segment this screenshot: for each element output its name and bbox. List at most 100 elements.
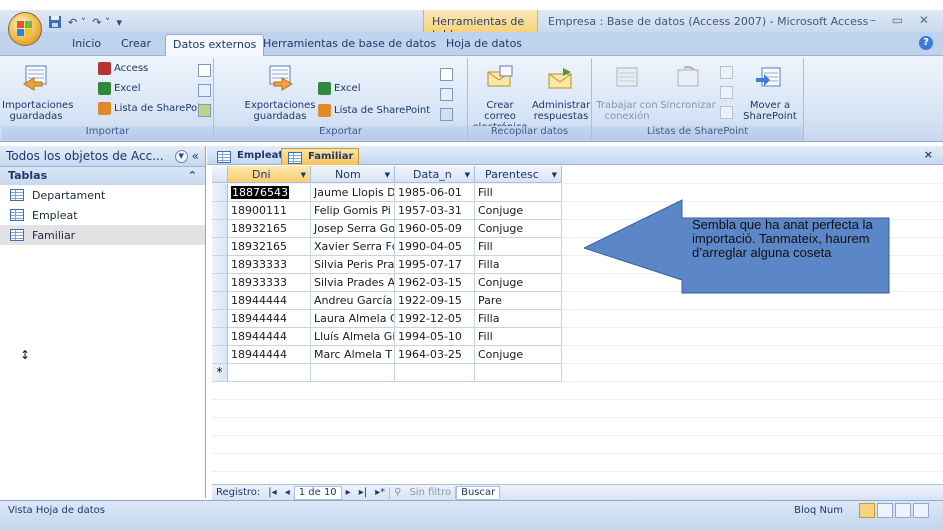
column-menu-icon[interactable]: ▼ [385,168,390,180]
table-cell-parentesc[interactable]: Filla [475,310,562,328]
first-record-icon[interactable]: |◂ [264,487,280,498]
save-icon[interactable] [48,15,62,29]
nav-group-tablas[interactable]: Tablas ⌃ [0,167,205,185]
table-row[interactable]: 18876543 Jaume Llopis D 1985-06-01 Fill [212,184,562,202]
row-selector[interactable] [212,274,228,292]
table-cell-data-n[interactable]: 1990-04-05 [395,238,475,256]
nav-dropdown-icon[interactable]: ▼ [174,149,188,163]
nav-collapse-icon[interactable]: « [192,149,199,163]
tab-crear[interactable]: Crear [121,37,151,50]
table-cell-dni[interactable]: 18932165 [228,238,311,256]
new-record-cell[interactable] [311,364,395,382]
manage-replies-button[interactable]: Administrar respuestas [532,64,590,122]
table-cell-nom[interactable]: Xavier Serra Fc [311,238,395,256]
table-row[interactable]: 18944444 Andreu García 1922-09-15 Pare [212,292,562,310]
new-record-icon[interactable]: ▸* [371,487,389,498]
new-record-cell[interactable] [475,364,562,382]
nav-item-familiar[interactable]: Familiar [0,225,205,245]
import-text-icon[interactable] [198,64,211,77]
table-cell-data-n[interactable]: 1957-03-31 [395,202,475,220]
table-cell-nom[interactable]: Silvia Prades A [311,274,395,292]
sp-option-3-icon[interactable] [720,106,733,119]
column-header-dni[interactable]: Dni ▼ [228,166,311,183]
tab-inicio[interactable]: Inicio [72,37,101,50]
row-selector[interactable] [212,184,228,202]
table-cell-data-n[interactable]: 1994-05-10 [395,328,475,346]
table-row[interactable]: 18944444 Laura Almela C 1992-12-05 Filla [212,310,562,328]
table-cell-nom[interactable]: Josep Serra Go [311,220,395,238]
nav-item-departament[interactable]: Departament [0,185,205,205]
export-excel-button[interactable]: Excel [318,82,361,95]
customize-icon[interactable]: ▾ [116,16,122,29]
doc-tab-familiar[interactable]: Familiar [281,148,360,165]
table-cell-parentesc[interactable]: Fill [475,328,562,346]
redo-icon[interactable]: ↷ ˅ [92,16,110,29]
table-cell-parentesc[interactable]: Pare [475,292,562,310]
new-record-cell[interactable] [395,364,475,382]
work-offline-button[interactable]: Trabajar con conexión [596,64,658,122]
window-controls[interactable]: – ▭ ✕ [870,13,935,27]
record-position-field[interactable]: 1 de 10 [293,485,342,500]
table-cell-data-n[interactable]: 1992-12-05 [395,310,475,328]
office-button[interactable] [8,12,42,46]
export-sharepoint-button[interactable]: Lista de SharePoint [318,104,430,117]
table-cell-data-n[interactable]: 1964-03-25 [395,346,475,364]
table-row[interactable]: 18932165 Josep Serra Go 1960-05-09 Conjuge [212,220,562,238]
tab-datos-externos[interactable]: Datos externos [165,34,265,56]
row-selector[interactable] [212,202,228,220]
nav-header[interactable]: Todos los objetos de Acc... ▼ « [0,146,205,167]
table-cell-dni[interactable]: 18944444 [228,346,311,364]
table-cell-nom[interactable]: Lluís Almela Gi [311,328,395,346]
search-input[interactable]: Buscar [456,485,501,500]
table-cell-data-n[interactable]: 1962-03-15 [395,274,475,292]
table-cell-dni[interactable]: 18944444 [228,328,311,346]
table-row[interactable]: 18900111 Felip Gomis Pi 1957-03-31 Conjuge [212,202,562,220]
synchronize-button[interactable]: Sincronizar [660,64,716,111]
table-cell-nom[interactable]: Jaume Llopis D [311,184,395,202]
table-cell-dni[interactable]: 18933333 [228,274,311,292]
nav-item-empleat[interactable]: Empleat [0,205,205,225]
last-record-icon[interactable]: ▸| [355,487,371,498]
table-cell-nom[interactable]: Felip Gomis Pi [311,202,395,220]
column-header-data-n[interactable]: Data_n ▼ [395,166,475,183]
table-cell-parentesc[interactable]: Fill [475,238,562,256]
export-word-icon[interactable] [440,68,453,81]
help-icon[interactable]: ? [919,36,933,50]
saved-exports-button[interactable]: Exportaciones guardadas [244,64,316,122]
move-to-sharepoint-button[interactable]: Mover a SharePoint [740,64,800,122]
tab-hoja-de-datos[interactable]: Hoja de datos [446,37,522,50]
table-cell-dni[interactable]: 18944444 [228,292,311,310]
table-cell-nom[interactable]: Marc Almela T [311,346,395,364]
table-cell-nom[interactable]: Laura Almela C [311,310,395,328]
table-row[interactable]: 18933333 Silvia Peris Pra 1995-07-17 Filla [212,256,562,274]
table-row[interactable]: 18933333 Silvia Prades A 1962-03-15 Conjuge [212,274,562,292]
filter-status[interactable]: Sin filtro [405,487,455,498]
table-cell-dni[interactable]: 18933333 [228,256,311,274]
table-row[interactable]: 18944444 Lluís Almela Gi 1994-05-10 Fill [212,328,562,346]
doc-tab-empleat[interactable]: Empleat [211,148,288,165]
row-selector[interactable] [212,238,228,256]
datasheet-view-icon[interactable] [859,503,875,518]
column-header-parentesc[interactable]: Parentesc ▼ [475,166,562,183]
row-selector[interactable] [212,310,228,328]
table-cell-dni[interactable]: 18932165 [228,220,311,238]
column-menu-icon[interactable]: ▼ [465,168,470,180]
table-cell-parentesc[interactable]: Conjuge [475,202,562,220]
column-header-nom[interactable]: Nom ▼ [311,166,395,183]
next-record-icon[interactable]: ▸ [342,487,355,498]
table-cell-nom[interactable]: Andreu García [311,292,395,310]
new-record-marker[interactable]: * [212,364,228,382]
pivot-table-view-icon[interactable] [877,503,893,518]
table-cell-dni[interactable]: 18900111 [228,202,311,220]
saved-imports-button[interactable]: Importaciones guardadas [2,64,73,122]
import-xml-icon[interactable] [198,84,211,97]
import-more-icon[interactable] [198,104,211,117]
nav-group-collapse-icon[interactable]: ⌃ [188,169,197,183]
table-cell-parentesc[interactable]: Conjuge [475,346,562,364]
row-selector[interactable] [212,256,228,274]
sp-option-1-icon[interactable] [720,66,733,79]
previous-record-icon[interactable]: ◂ [281,487,294,498]
table-cell-parentesc[interactable]: Conjuge [475,220,562,238]
table-row[interactable]: 18932165 Xavier Serra Fc 1990-04-05 Fill [212,238,562,256]
row-selector[interactable] [212,292,228,310]
